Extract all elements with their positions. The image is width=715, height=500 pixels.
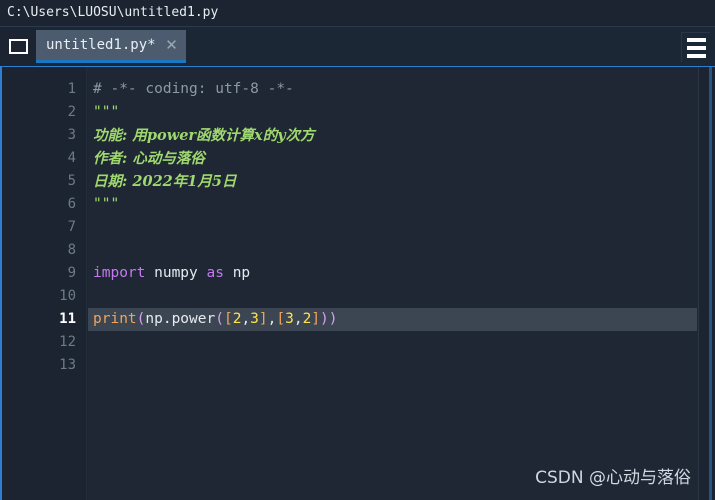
- hamburger-bar: [686, 53, 706, 58]
- token-plain: numpy: [145, 265, 207, 281]
- token-bracket: [: [223, 311, 233, 327]
- line-number: 3: [67, 127, 76, 143]
- token-bracket: ]: [258, 311, 268, 327]
- token-num: 3: [285, 311, 294, 327]
- code-line[interactable]: 功能: 用power函数计算x的y次方: [88, 124, 697, 147]
- code-line[interactable]: [88, 285, 697, 308]
- token-paren: ): [328, 311, 338, 327]
- line-number: 4: [67, 150, 76, 166]
- hamburger-bar: [686, 37, 706, 42]
- line-number: 1: [67, 81, 76, 97]
- token-bracket: [: [276, 311, 286, 327]
- csdn-watermark: CSDN @心动与落俗: [535, 468, 691, 488]
- token-doc: """: [93, 196, 120, 212]
- line-number: 9: [67, 265, 76, 281]
- code-content[interactable]: # -*- coding: utf-8 -*- """ 功能: 用power函数计算…: [88, 67, 697, 500]
- code-line[interactable]: """: [88, 193, 697, 216]
- tab-bar: untitled1.py* ✕: [0, 26, 715, 66]
- line-number: 11: [59, 311, 76, 327]
- hamburger-menu-icon[interactable]: [681, 32, 710, 62]
- code-line[interactable]: print(np.power([2,3],[3,2])): [88, 308, 697, 331]
- line-number: 12: [59, 334, 76, 350]
- line-number: 5: [67, 173, 76, 189]
- folder-icon: [8, 39, 28, 54]
- code-line[interactable]: # -*- coding: utf-8 -*-: [88, 78, 697, 101]
- line-number: 8: [67, 242, 76, 258]
- token-punc: ,: [241, 311, 251, 327]
- token-kw: as: [206, 265, 224, 281]
- token-paren: (: [215, 311, 224, 327]
- token-doc-cn: 作者: 心动与落俗: [93, 150, 205, 167]
- line-number-gutter: 1 2 3 4 5 6 7 8 9 10 11 12 13: [2, 67, 87, 500]
- vertical-scrollbar[interactable]: [698, 67, 715, 500]
- token-doc: """: [93, 104, 120, 120]
- window-title: C:\Users\LUOSU\untitled1.py: [0, 0, 715, 26]
- code-line[interactable]: [88, 331, 697, 354]
- line-number: 10: [59, 288, 76, 304]
- line-number: 6: [67, 196, 76, 212]
- line-number: 13: [59, 357, 76, 373]
- token-num: 2: [302, 311, 312, 327]
- code-line[interactable]: [88, 216, 697, 239]
- scrollbar-thumb[interactable]: [709, 67, 712, 500]
- token-comment: # -*- coding: utf-8 -*-: [93, 81, 294, 97]
- close-icon[interactable]: ✕: [164, 37, 180, 53]
- token-plain: np.power: [145, 311, 216, 327]
- line-number: 2: [67, 104, 76, 120]
- token-kw: import: [93, 265, 146, 281]
- token-doc-cn: 功能: 用power函数计算x的y次方: [93, 127, 315, 144]
- token-plain: np: [223, 265, 251, 281]
- line-number: 7: [67, 219, 76, 235]
- token-num: 3: [250, 311, 259, 327]
- tab-untitled1-py[interactable]: untitled1.py* ✕: [36, 30, 186, 63]
- token-paren: ): [320, 311, 329, 327]
- code-editor[interactable]: 1 2 3 4 5 6 7 8 9 10 11 12 13 # -*- coding: utf-8 -*…: [0, 66, 715, 500]
- code-line[interactable]: [88, 239, 697, 262]
- code-line[interactable]: import numpy as np: [88, 262, 697, 285]
- code-line[interactable]: """: [88, 101, 697, 124]
- tab-label: untitled1.py*: [46, 37, 156, 53]
- token-fn: print: [93, 311, 137, 327]
- token-doc-cn: 日期: 2022年1月5日: [93, 173, 237, 190]
- hamburger-bar: [686, 45, 706, 50]
- token-bracket: ]: [311, 311, 321, 327]
- editor-window: C:\Users\LUOSU\untitled1.py untitled1.py…: [0, 0, 715, 500]
- code-line[interactable]: 作者: 心动与落俗: [88, 147, 697, 170]
- code-line[interactable]: [88, 354, 697, 377]
- code-line[interactable]: 日期: 2022年1月5日: [88, 170, 697, 193]
- token-punc: ,: [293, 311, 303, 327]
- open-folder-button[interactable]: [0, 27, 36, 66]
